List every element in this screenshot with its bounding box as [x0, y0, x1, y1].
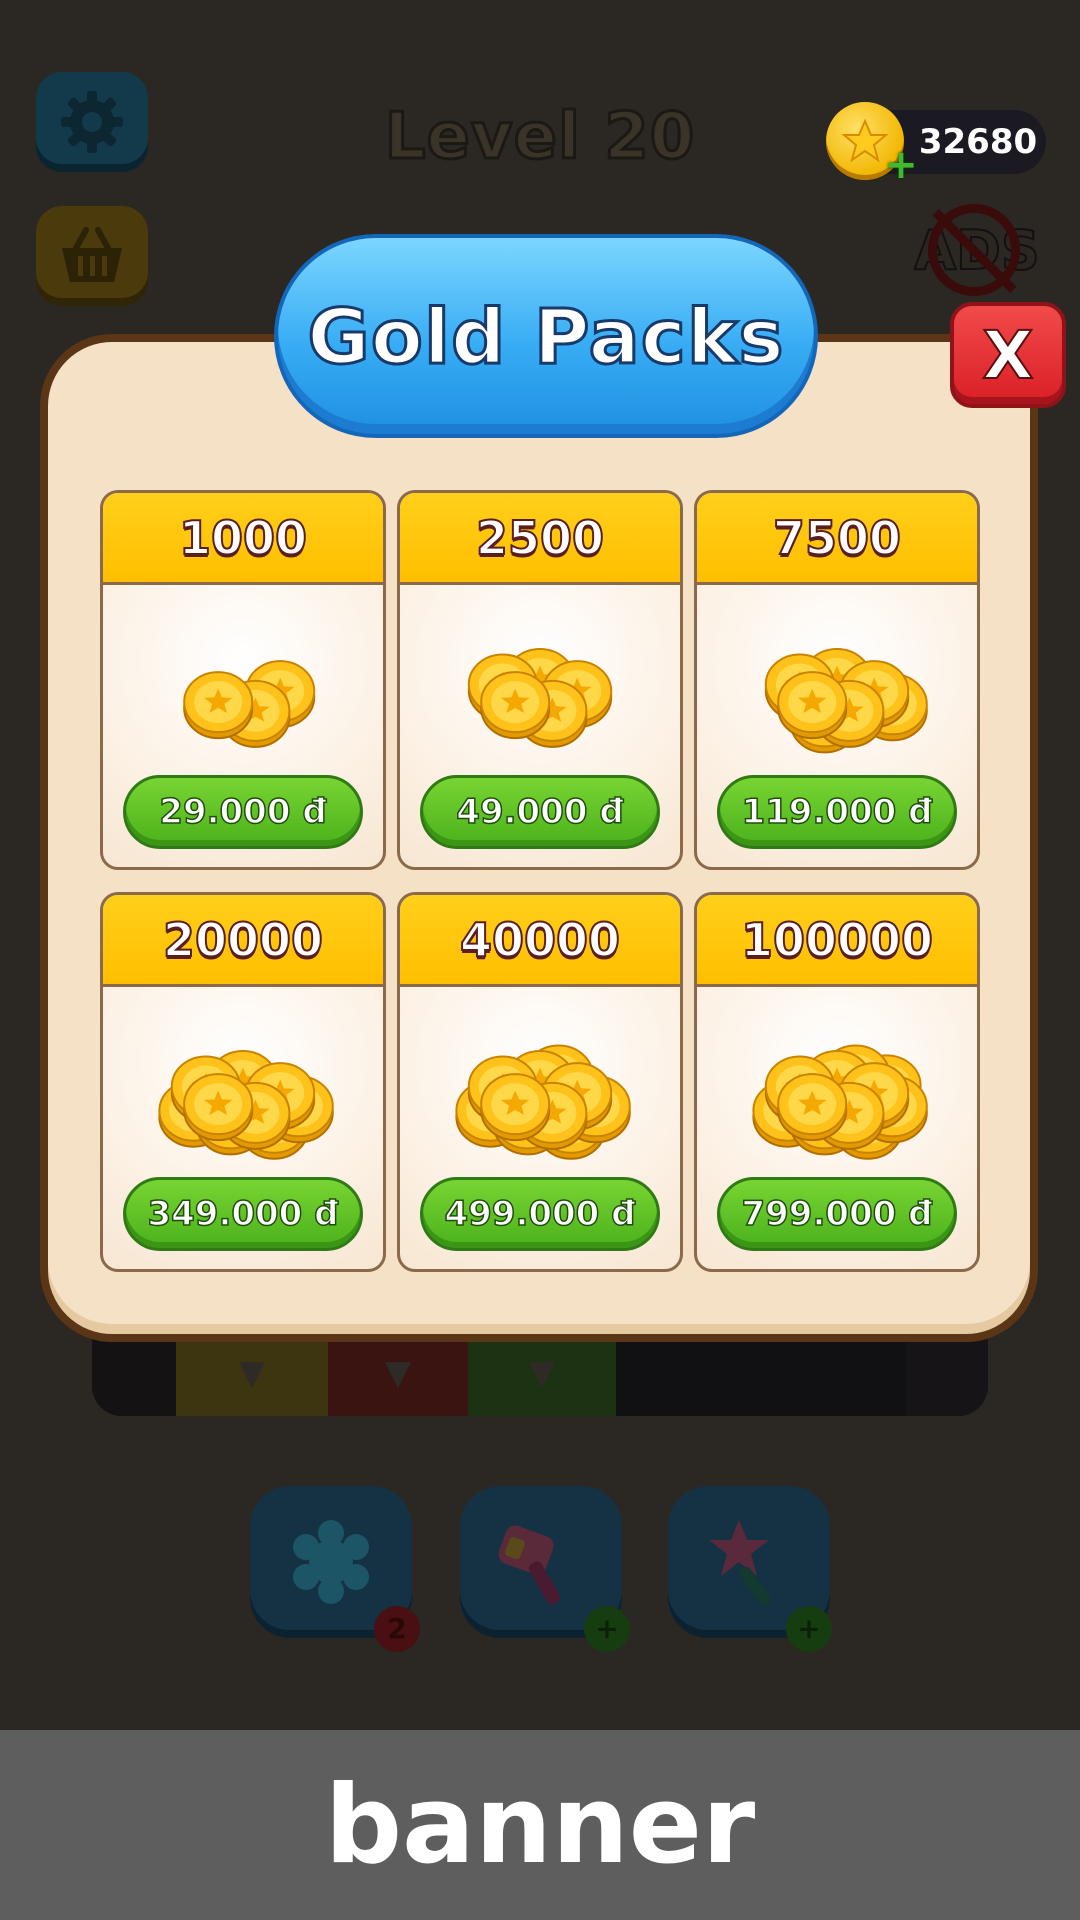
booster-wand-add[interactable]: + [786, 1606, 832, 1652]
coin-icon [183, 1073, 254, 1142]
pack-card[interactable]: 40000 499.000 đ [397, 892, 683, 1272]
banner-label: banner [324, 1762, 756, 1888]
pack-card[interactable]: 1000 29.000 đ [100, 490, 386, 870]
gear-icon [61, 91, 123, 153]
price-label: 799.000 đ [741, 1193, 934, 1235]
board-cell [906, 1330, 988, 1416]
pack-amount: 2500 [475, 510, 605, 566]
pack-amount: 7500 [772, 510, 902, 566]
buy-button[interactable]: 49.000 đ [420, 775, 660, 849]
price-label: 49.000 đ [456, 791, 625, 833]
shop-button[interactable] [36, 206, 148, 306]
pack-header: 40000 [400, 895, 680, 987]
star-icon [842, 118, 888, 163]
board-cell: ▼ [328, 1330, 468, 1416]
pack-amount: 20000 [162, 912, 324, 968]
coin-icon [480, 1073, 551, 1142]
board-cell [92, 1330, 176, 1416]
buy-button[interactable]: 29.000 đ [123, 775, 363, 849]
price-label: 119.000 đ [741, 791, 934, 833]
pack-header: 100000 [697, 895, 977, 987]
pack-header: 20000 [103, 895, 383, 987]
coin-pile-icon [183, 660, 316, 748]
coin-pile-icon [455, 1044, 631, 1160]
level-title: Level 20 [383, 99, 696, 176]
pack-card[interactable]: 20000 349.000 đ [100, 892, 386, 1272]
buy-button[interactable]: 119.000 đ [717, 775, 957, 849]
pack-card[interactable]: 7500 119.000 đ [694, 490, 980, 870]
game-board-strip: ▼ ▼ ▼ [92, 1330, 988, 1416]
magic-wand-icon [709, 1520, 771, 1606]
pack-header: 1000 [103, 493, 383, 585]
modal-title: Gold Packs [306, 290, 785, 382]
pack-amount: 40000 [459, 912, 621, 968]
buy-button[interactable]: 499.000 đ [420, 1177, 660, 1251]
price-label: 499.000 đ [444, 1193, 637, 1235]
price-label: 29.000 đ [159, 791, 328, 833]
pack-header: 2500 [400, 493, 680, 585]
coin-pile-icon [467, 648, 613, 748]
ad-banner[interactable]: banner [0, 1730, 1080, 1920]
coin-icon [777, 1073, 848, 1142]
hammer-icon [498, 1525, 561, 1605]
buy-button[interactable]: 349.000 đ [123, 1177, 363, 1251]
board-cell [616, 1330, 906, 1416]
coin-icon [183, 671, 254, 740]
pack-card[interactable]: 100000 799.000 đ [694, 892, 980, 1272]
basket-icon [62, 227, 122, 282]
coin-icon [777, 671, 848, 740]
booster-hammer-add[interactable]: + [584, 1606, 630, 1652]
add-coins-icon[interactable]: + [884, 145, 918, 185]
board-cell: ▼ [176, 1330, 328, 1416]
coin-pile-icon [752, 1044, 928, 1160]
price-label: 349.000 đ [147, 1193, 340, 1235]
pack-header: 7500 [697, 493, 977, 585]
booster-freeze-count: 2 [374, 1606, 420, 1652]
coin-icon [480, 671, 551, 740]
close-button[interactable]: X [950, 302, 1066, 408]
coin-pile-icon [764, 648, 928, 754]
coin-pile-icon [158, 1050, 334, 1160]
board-cell: ▼ [468, 1330, 616, 1416]
coin-balance: 32680 [918, 122, 1038, 162]
snowflake-icon [293, 1520, 369, 1604]
pack-card[interactable]: 2500 49.000 đ [397, 490, 683, 870]
modal-title-banner: Gold Packs [274, 234, 818, 438]
pack-amount: 1000 [178, 510, 308, 566]
pack-amount: 100000 [740, 912, 934, 968]
settings-button[interactable] [36, 72, 148, 172]
buy-button[interactable]: 799.000 đ [717, 1177, 957, 1251]
